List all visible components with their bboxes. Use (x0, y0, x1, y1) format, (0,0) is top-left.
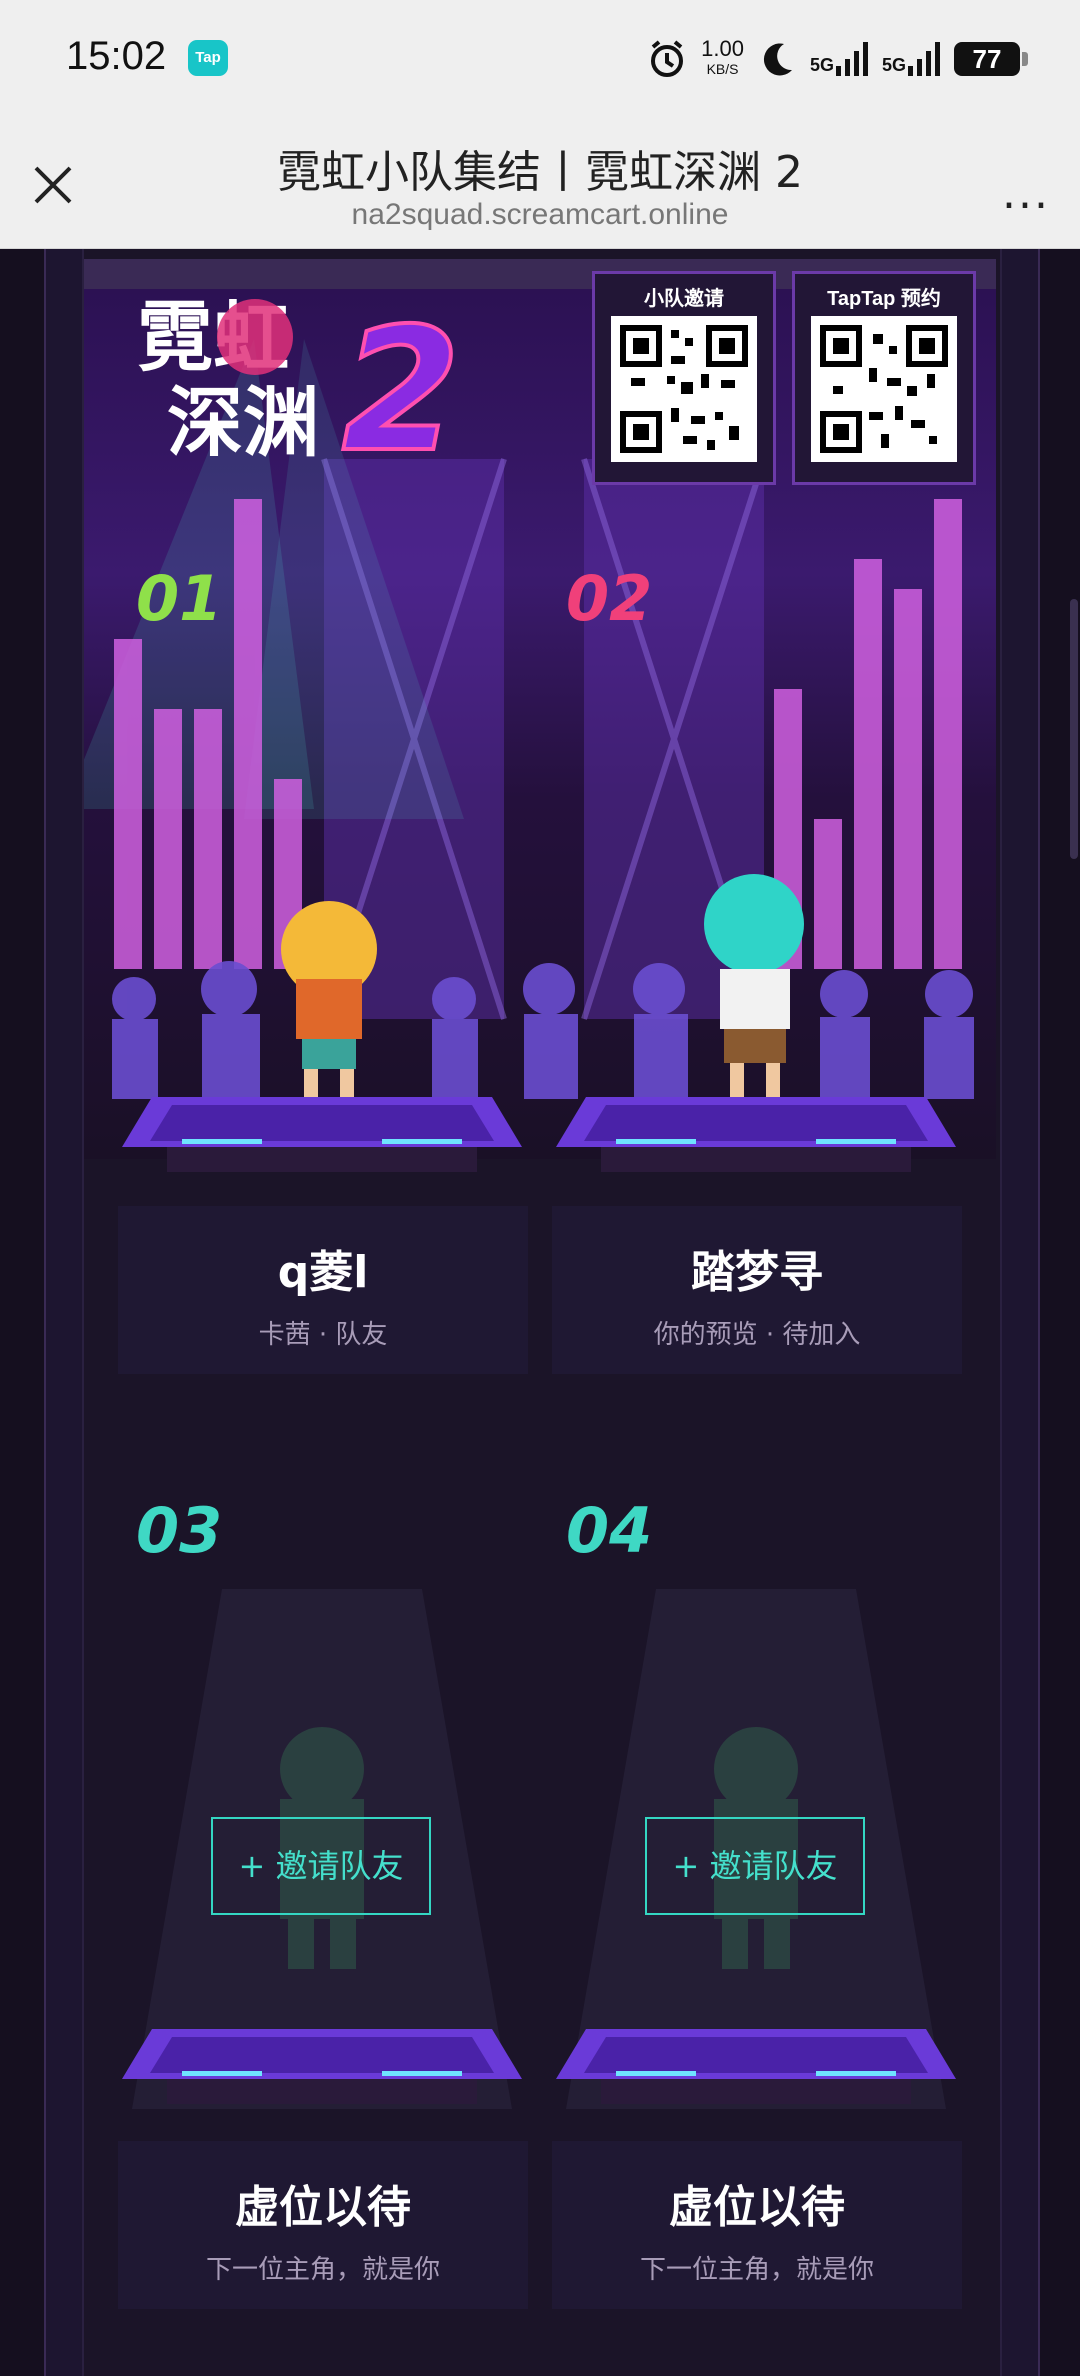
invite-teammate-button-3[interactable]: + 邀请队友 (211, 1817, 431, 1915)
signal-icon-1: 5G (810, 42, 868, 76)
page-title: 霓虹小队集结丨霓虹深渊 2 (277, 147, 803, 198)
slot-2-platform (556, 1097, 956, 1172)
slot-4-subtitle: 下一位主角，就是你 (639, 2255, 874, 2285)
slot-1-platform (122, 1097, 522, 1172)
slot-4-platform (556, 2029, 956, 2104)
slot-3-card: 虚位以待 下一位主角，就是你 (118, 2141, 528, 2309)
more-menu-button[interactable]: ... (1002, 168, 1050, 219)
slot-3-placeholder-title: 虚位以待 (235, 2182, 411, 2233)
svg-text:2: 2 (342, 292, 460, 464)
taptap-app-icon: Tap (188, 40, 228, 76)
slot-1-subtitle: 卡茜 · 队友 (258, 1320, 388, 1350)
net-speed-unit: KB/S (706, 61, 739, 77)
slot-2-card: 踏梦寻 你的预览 · 待加入 (552, 1206, 962, 1374)
invite-label-3: 邀请队友 (275, 1847, 404, 1885)
taptap-reserve-qr-label: TapTap 预约 (827, 288, 941, 310)
slot-2-player-name: 踏梦寻 (691, 1247, 823, 1298)
neon-abyss-2-logo: 霓虹 深渊 2 (137, 290, 462, 464)
qr-code-image (611, 316, 757, 462)
status-bar: 15:02 Tap 1.00 KB/S 5G 5G 77 (0, 0, 1080, 118)
slot-3-subtitle: 下一位主角，就是你 (205, 2255, 440, 2285)
alarm-icon (651, 40, 684, 77)
net-speed: 1.00 KB/S (701, 36, 744, 79)
moon-icon (763, 43, 792, 76)
slot-3-platform (122, 2029, 522, 2104)
qr-code-image (811, 316, 957, 462)
battery-icon: 77 (954, 42, 1028, 76)
net-speed-value: 1.00 (701, 36, 744, 61)
browser-titlebar: 霓虹小队集结丨霓虹深渊 2 na2squad.screamcart.online… (0, 118, 1080, 249)
slot-2-subtitle: 你的预览 · 待加入 (653, 1320, 861, 1350)
squad-invite-qr-label: 小队邀请 (644, 288, 724, 310)
svg-text:深渊: 深渊 (167, 378, 319, 464)
slot-1-number-text: 01 (136, 562, 223, 635)
squad-invite-qr[interactable]: 小队邀请 (592, 271, 776, 485)
signal-icon-2: 5G (882, 42, 940, 76)
slot-2-number-text: 02 (566, 562, 653, 635)
taptap-reserve-qr[interactable]: TapTap 预约 (792, 271, 976, 485)
signal-1-label: 5G (809, 55, 834, 75)
status-time: 15:02 (66, 34, 167, 78)
page-url: na2squad.screamcart.online (351, 198, 729, 231)
status-icons: 1.00 KB/S 5G 5G 77 (647, 34, 1028, 84)
invite-label-4: 邀请队友 (709, 1847, 838, 1885)
slot-1-number: 01 (136, 562, 222, 635)
slot-4-number: 04 (566, 1494, 652, 1567)
slot-1-player-name: q菱l (277, 1247, 369, 1298)
invite-teammate-button-4[interactable]: + 邀请队友 (645, 1817, 865, 1915)
slot-3-number: 03 (136, 1494, 222, 1567)
signal-2-label: 5G (881, 55, 906, 75)
slot-4-number-text: 04 (566, 1494, 653, 1567)
web-content: 霓虹 深渊 2 小队邀请 TapTap 预约 01 02 q菱l 卡茜 · 队友… (0, 249, 1080, 2376)
slot-4-placeholder-title: 虚位以待 (669, 2182, 845, 2233)
slot-4-card: 虚位以待 下一位主角，就是你 (552, 2141, 962, 2309)
slot-1-card: q菱l 卡茜 · 队友 (118, 1206, 528, 1374)
slot-3-number-text: 03 (136, 1494, 223, 1567)
slot-2-number: 02 (566, 562, 652, 635)
scrollbar[interactable] (1070, 599, 1078, 859)
